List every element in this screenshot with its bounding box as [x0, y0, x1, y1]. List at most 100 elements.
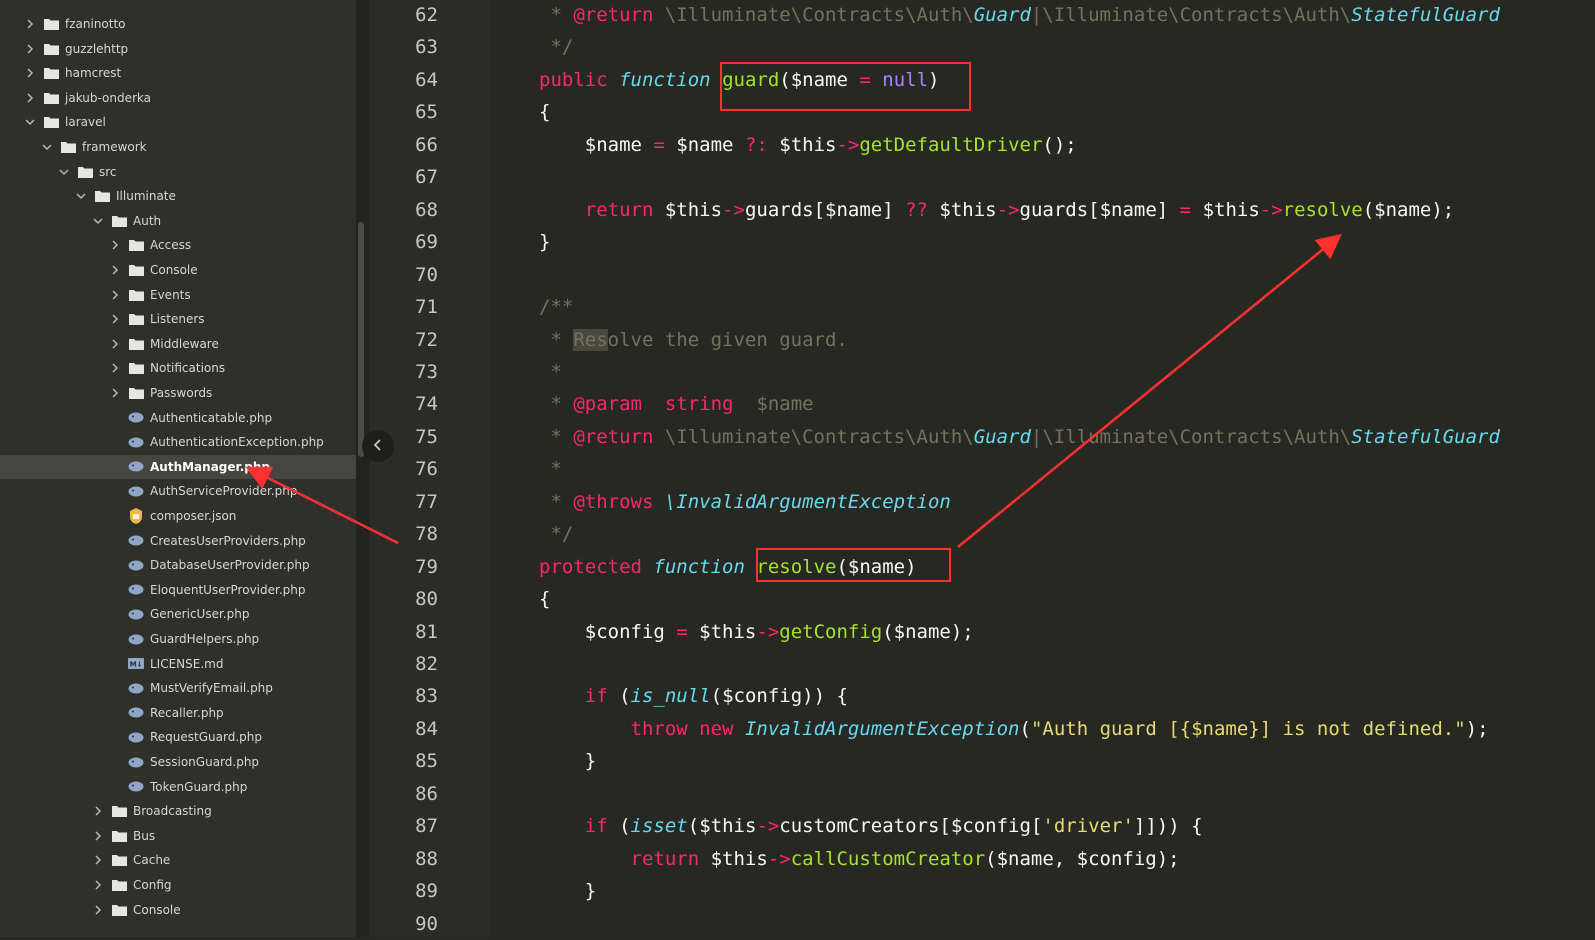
- tree-file[interactable]: AuthManager.php: [0, 454, 356, 479]
- tree-item-label: laravel: [65, 115, 106, 130]
- code-line[interactable]: *: [539, 453, 561, 485]
- tree-folder[interactable]: hamcrest: [0, 61, 356, 85]
- code-line[interactable]: /**: [539, 291, 573, 323]
- tree-folder[interactable]: fzaninotto: [0, 12, 356, 36]
- chevron-right-icon[interactable]: [25, 91, 35, 105]
- code-line[interactable]: }: [539, 875, 596, 907]
- folder-icon: [111, 829, 127, 843]
- tree-folder[interactable]: Broadcasting: [0, 799, 356, 823]
- tree-file[interactable]: GuardHelpers.php: [0, 627, 356, 651]
- line-number: 86: [415, 782, 438, 805]
- code-line[interactable]: }: [539, 745, 596, 777]
- chevron-down-icon[interactable]: [25, 115, 35, 129]
- chevron-down-icon[interactable]: [42, 140, 52, 154]
- php-file-icon: [128, 607, 144, 621]
- code-line[interactable]: throw new InvalidArgumentException("Auth…: [539, 713, 1489, 745]
- line-number: 87: [415, 815, 438, 838]
- sidebar-scrollbar-thumb[interactable]: [358, 222, 364, 457]
- tree-folder[interactable]: Config: [0, 873, 356, 897]
- code-line[interactable]: }: [539, 226, 550, 258]
- chevron-right-icon[interactable]: [25, 42, 35, 56]
- line-number: 64: [415, 68, 438, 91]
- tree-file[interactable]: RequestGuard.php: [0, 725, 356, 749]
- code-line[interactable]: $config = $this->getConfig($name);: [539, 616, 974, 648]
- code-line[interactable]: {: [539, 583, 550, 615]
- php-file-icon: [128, 460, 144, 474]
- tree-file[interactable]: composer.json: [0, 504, 356, 528]
- chevron-right-icon[interactable]: [110, 288, 120, 302]
- code-line[interactable]: * @return \Illuminate\Contracts\Auth\Gua…: [539, 421, 1499, 453]
- chevron-right-icon[interactable]: [110, 263, 120, 277]
- code-line[interactable]: * @throws \InvalidArgumentException: [539, 486, 950, 518]
- tree-file[interactable]: DatabaseUserProvider.php: [0, 553, 356, 577]
- code-line[interactable]: {: [539, 96, 550, 128]
- folder-icon: [43, 66, 59, 80]
- chevron-right-icon[interactable]: [93, 853, 103, 867]
- tree-folder[interactable]: Bus: [0, 824, 356, 848]
- tree-folder[interactable]: Illuminate: [0, 184, 356, 208]
- tree-folder[interactable]: Console: [0, 898, 356, 922]
- tree-folder[interactable]: laravel: [0, 110, 356, 134]
- folder-icon: [77, 165, 93, 179]
- tree-folder[interactable]: Auth: [0, 209, 356, 233]
- tree-file[interactable]: Recaller.php: [0, 701, 356, 725]
- folder-icon: [111, 214, 127, 228]
- tree-file[interactable]: GenericUser.php: [0, 602, 356, 626]
- tree-item-label: hamcrest: [65, 66, 122, 81]
- code-line[interactable]: * Resolve the given guard.: [539, 324, 848, 356]
- chevron-right-icon[interactable]: [110, 361, 120, 375]
- tree-folder[interactable]: Listeners: [0, 307, 356, 331]
- folder-icon: [111, 804, 127, 818]
- tree-folder[interactable]: Middleware: [0, 332, 356, 356]
- code-line[interactable]: if (isset($this->customCreators[$config[…: [539, 810, 1203, 842]
- code-line[interactable]: return $this->callCustomCreator($name, $…: [539, 843, 1180, 875]
- code-line[interactable]: */: [539, 518, 573, 550]
- tree-file[interactable]: Authenticatable.php: [0, 406, 356, 430]
- tree-folder[interactable]: Cache: [0, 848, 356, 872]
- line-number: 65: [415, 101, 438, 124]
- tree-folder[interactable]: Passwords: [0, 381, 356, 405]
- tree-folder[interactable]: src: [0, 160, 356, 184]
- tree-file[interactable]: TokenGuard.php: [0, 775, 356, 799]
- chevron-right-icon[interactable]: [25, 66, 35, 80]
- chevron-down-icon[interactable]: [76, 189, 86, 203]
- code-line[interactable]: $name = $name ?: $this->getDefaultDriver…: [539, 129, 1077, 161]
- code-line[interactable]: if (is_null($config)) {: [539, 680, 848, 712]
- code-line[interactable]: */: [539, 31, 573, 63]
- chevron-right-icon[interactable]: [110, 386, 120, 400]
- folder-icon: [60, 140, 76, 154]
- arrow-to-resolve-call: [957, 233, 1342, 548]
- chevron-right-icon[interactable]: [110, 312, 120, 326]
- chevron-right-icon[interactable]: [93, 903, 103, 917]
- tree-file[interactable]: EloquentUserProvider.php: [0, 578, 356, 602]
- tree-folder[interactable]: Access: [0, 233, 356, 257]
- tree-folder[interactable]: Notifications: [0, 356, 356, 380]
- tree-file[interactable]: M↓ LICENSE.md: [0, 652, 356, 676]
- code-line[interactable]: * @param string $name: [539, 388, 813, 420]
- code-line[interactable]: return $this->guards[$name] ?? $this->gu…: [539, 194, 1454, 226]
- sidebar-scrollbar[interactable]: [356, 0, 370, 937]
- chevron-right-icon[interactable]: [93, 878, 103, 892]
- tree-file[interactable]: AuthServiceProvider.php: [0, 479, 356, 503]
- tree-folder[interactable]: jakub-onderka: [0, 86, 356, 110]
- chevron-down-icon[interactable]: [93, 214, 103, 228]
- chevron-right-icon[interactable]: [25, 17, 35, 31]
- tree-file[interactable]: AuthenticationException.php: [0, 430, 356, 454]
- tree-folder[interactable]: framework: [0, 135, 356, 159]
- tree-folder[interactable]: Console: [0, 258, 356, 282]
- chevron-right-icon[interactable]: [93, 804, 103, 818]
- tree-item-label: TokenGuard.php: [150, 779, 248, 794]
- chevron-down-icon[interactable]: [59, 165, 69, 179]
- tree-folder[interactable]: Events: [0, 283, 356, 307]
- chevron-right-icon[interactable]: [93, 829, 103, 843]
- chevron-right-icon[interactable]: [110, 238, 120, 252]
- chevron-right-icon[interactable]: [110, 337, 120, 351]
- tree-file[interactable]: SessionGuard.php: [0, 750, 356, 774]
- tree-item-label: SessionGuard.php: [150, 755, 260, 769]
- code-line[interactable]: *: [539, 356, 561, 388]
- tree-file[interactable]: CreatesUserProviders.php: [0, 529, 356, 553]
- tree-file[interactable]: MustVerifyEmail.php: [0, 676, 356, 700]
- code-line[interactable]: * @return \Illuminate\Contracts\Auth\Gua…: [539, 0, 1499, 31]
- tree-folder[interactable]: guzzlehttp: [0, 37, 356, 61]
- line-number: 67: [415, 166, 438, 189]
